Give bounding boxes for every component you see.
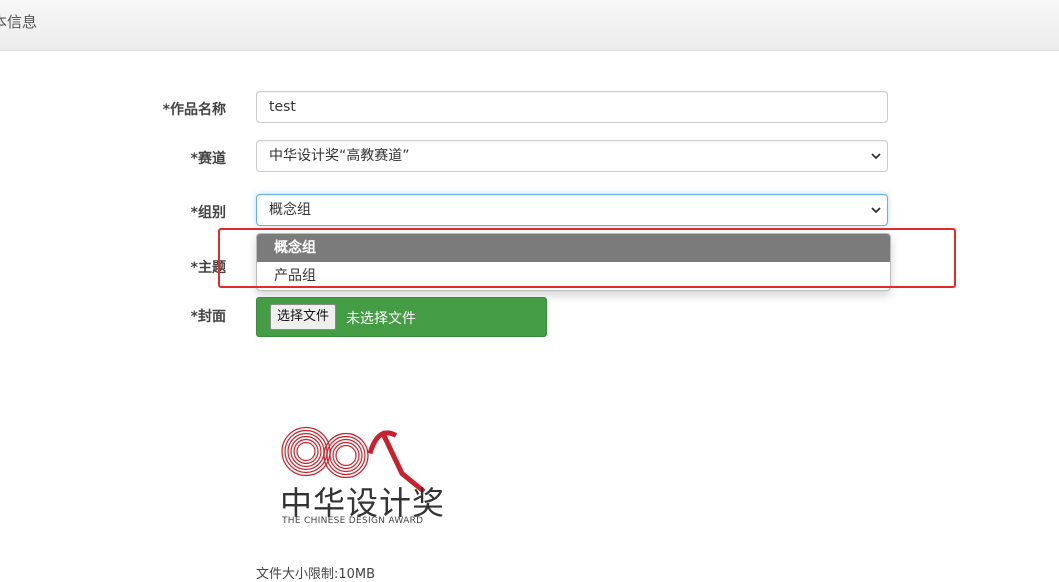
chevron-down-icon xyxy=(871,207,881,214)
group-value: 概念组 xyxy=(269,202,311,218)
file-size-note: 文件大小限制:10MB xyxy=(256,567,376,582)
track-select[interactable]: 中华设计奖“高教赛道” xyxy=(256,140,888,172)
work-name-input[interactable]: test xyxy=(256,91,888,123)
theme-label: *主题 xyxy=(190,260,226,276)
page-header: 本信息 xyxy=(0,0,1059,51)
choose-file-button[interactable]: 选择文件 xyxy=(270,304,337,330)
file-status-text: 未选择文件 xyxy=(346,311,416,327)
chevron-down-icon xyxy=(871,153,881,160)
cover-file-input[interactable]: 选择文件 未选择文件 xyxy=(256,297,547,337)
work-name-value: test xyxy=(269,99,296,115)
group-select[interactable]: 概念组 xyxy=(256,194,888,226)
cover-label: *封面 xyxy=(190,309,226,325)
section-title: 本信息 xyxy=(0,13,38,31)
highlight-annotation-box xyxy=(218,228,956,288)
track-value: 中华设计奖“高教赛道” xyxy=(269,148,410,164)
logo-english-text: THE CHINESE DESIGN AWARD xyxy=(282,516,424,526)
group-label: *组别 xyxy=(190,205,226,221)
track-label: *赛道 xyxy=(190,151,226,167)
work-name-label: *作品名称 xyxy=(162,102,226,118)
